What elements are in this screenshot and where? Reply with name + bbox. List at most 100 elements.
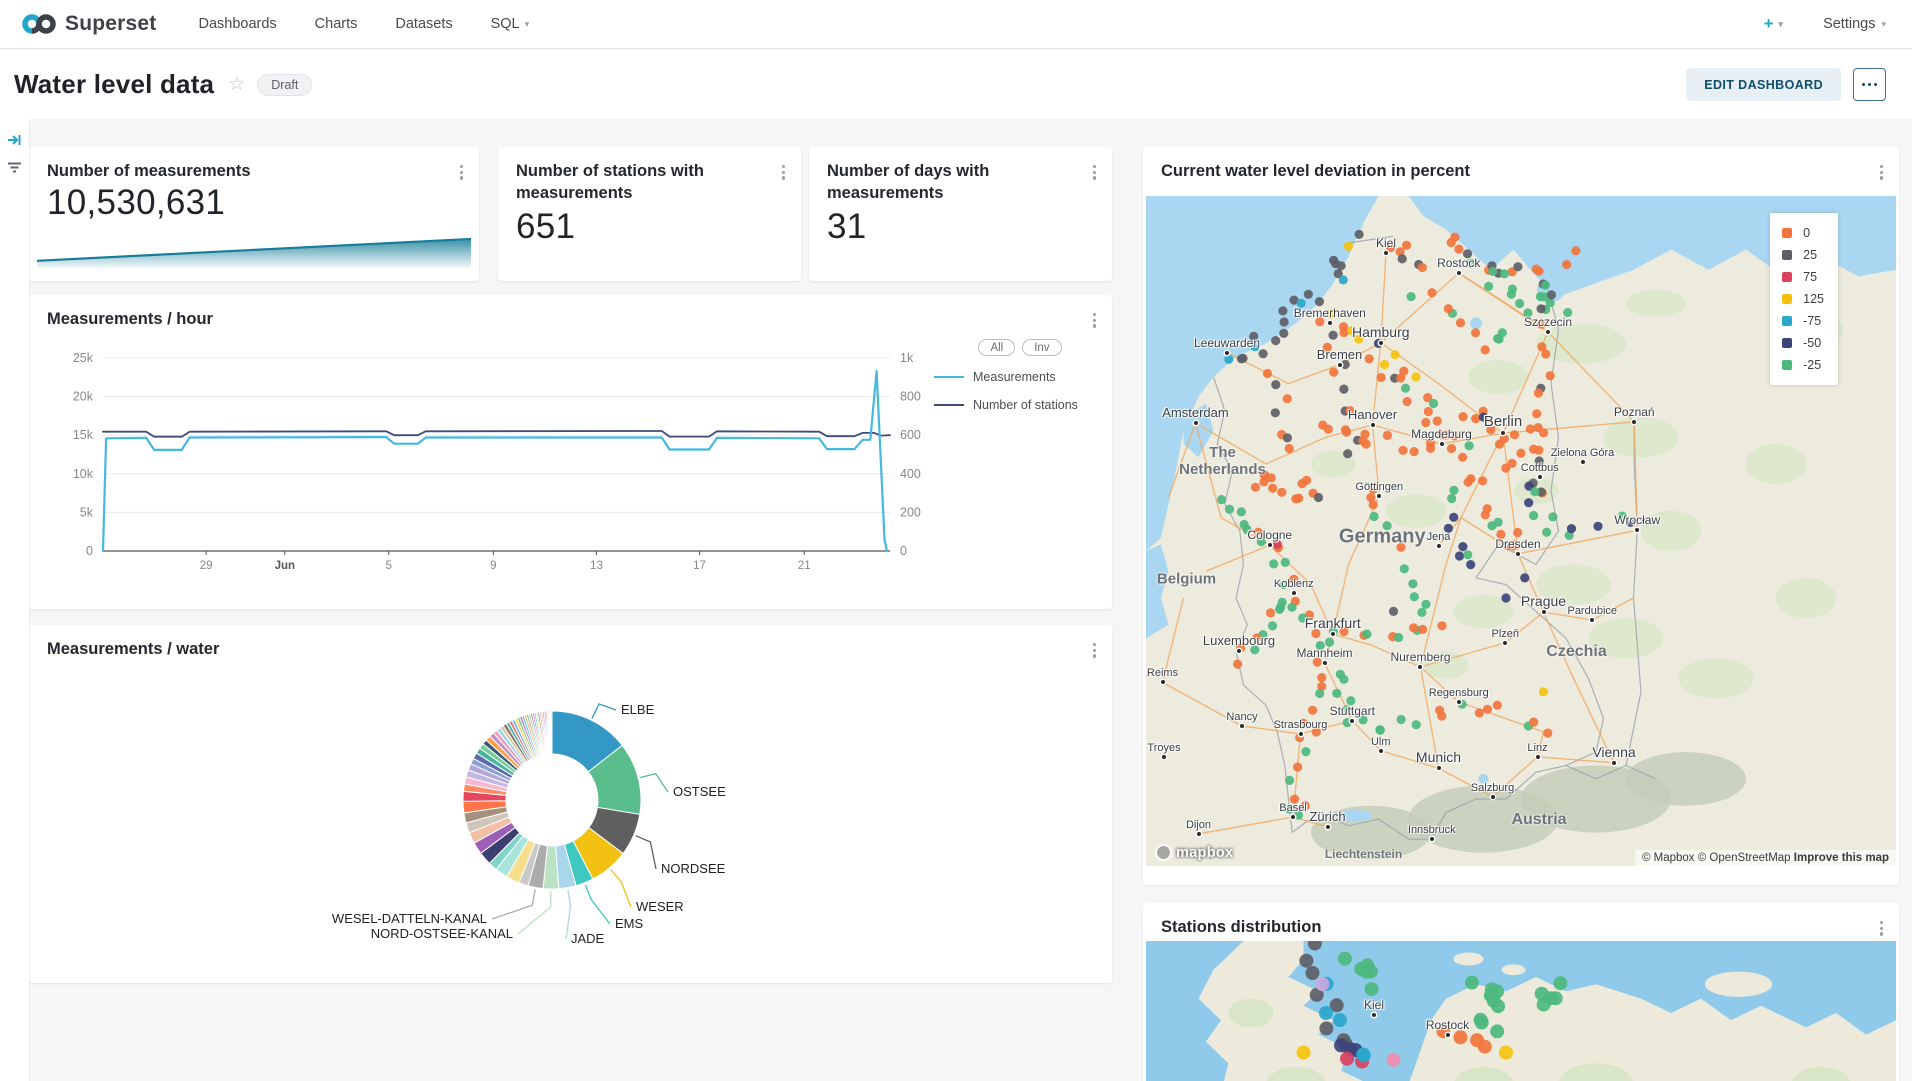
station-dot xyxy=(1567,524,1576,533)
station-dot xyxy=(1343,718,1352,727)
station-dot xyxy=(1308,706,1317,715)
expand-arrow-icon xyxy=(7,133,22,147)
station-dot xyxy=(1302,476,1311,485)
station-dot xyxy=(1499,1046,1513,1060)
nav-item-charts[interactable]: Charts xyxy=(315,16,358,32)
station-dot xyxy=(1329,256,1338,265)
legend-item-measurements[interactable]: Measurements xyxy=(934,370,1106,384)
station-dot xyxy=(1301,747,1310,756)
favorite-star-icon[interactable]: ☆ xyxy=(228,73,245,96)
donut-label-elbe: ELBE xyxy=(621,702,655,717)
station-dot xyxy=(1364,965,1378,979)
legend-item-number-of-stations[interactable]: Number of stations xyxy=(934,398,1106,412)
station-dot xyxy=(1346,406,1355,415)
svg-text:400: 400 xyxy=(900,467,921,481)
chart-title: Number of stations with measurements xyxy=(516,160,761,205)
dashboard-menu-button[interactable] xyxy=(1853,68,1886,101)
station-dot xyxy=(1268,484,1277,493)
station-dot xyxy=(1399,446,1408,455)
nav-item-dashboards[interactable]: Dashboards xyxy=(198,16,276,32)
chart-menu-button[interactable] xyxy=(1876,161,1887,184)
station-dot xyxy=(1285,444,1294,453)
station-dot xyxy=(1463,550,1472,559)
improve-map-link[interactable]: Improve this map xyxy=(1794,852,1889,864)
station-dot xyxy=(1483,705,1492,714)
legend-swatch xyxy=(1782,360,1792,370)
hour-chart-legend: All Inv Measurements Number of stations xyxy=(934,339,1106,412)
station-dot xyxy=(1333,1013,1347,1027)
station-dot xyxy=(1315,977,1329,991)
filter-icon-button[interactable] xyxy=(0,161,29,174)
station-dot xyxy=(1334,1038,1348,1052)
chart-menu-button[interactable] xyxy=(778,161,789,184)
legend-value: -25 xyxy=(1803,358,1821,372)
chart-menu-button[interactable] xyxy=(1876,917,1887,940)
station-dot xyxy=(1346,696,1355,705)
station-dot xyxy=(1539,687,1548,696)
station-dot xyxy=(1354,334,1363,343)
station-dot xyxy=(1471,328,1480,337)
svg-text:0: 0 xyxy=(900,544,907,558)
settings-menu[interactable]: Settings ▾ xyxy=(1823,16,1886,32)
mapbox-logo[interactable]: mapbox xyxy=(1155,844,1233,861)
expand-filters-button[interactable] xyxy=(0,133,29,147)
nav-item-sql[interactable]: SQL▾ xyxy=(491,16,530,32)
donut-label-ostsee: OSTSEE xyxy=(673,784,726,799)
station-dot xyxy=(1626,518,1635,527)
legend-inv-button[interactable]: Inv xyxy=(1022,339,1061,356)
donut-label-weser: WESER xyxy=(636,899,684,914)
station-dot xyxy=(1217,495,1226,504)
station-dot xyxy=(1447,444,1456,453)
legend-swatch xyxy=(1782,272,1792,282)
station-dot xyxy=(1396,373,1405,382)
station-dot xyxy=(1362,630,1371,639)
plus-icon: + xyxy=(1764,14,1774,34)
svg-text:20k: 20k xyxy=(73,390,94,404)
station-dot xyxy=(1290,795,1299,804)
svg-text:600: 600 xyxy=(900,428,921,442)
station-dot xyxy=(1424,407,1433,416)
station-dot xyxy=(1325,638,1334,647)
superset-logo[interactable]: Superset xyxy=(0,12,156,36)
station-dot xyxy=(1470,317,1482,329)
deviation-map[interactable]: 02575125-75-50-25 mapbox © Mapbox © Open… xyxy=(1146,196,1896,866)
station-dot xyxy=(1285,804,1294,813)
nav-item-datasets[interactable]: Datasets xyxy=(395,16,452,32)
station-dot xyxy=(1454,1030,1468,1044)
legend-all-button[interactable]: All xyxy=(978,339,1015,356)
station-dot xyxy=(1426,444,1435,453)
station-dot xyxy=(1281,558,1290,567)
station-dot xyxy=(1466,560,1475,569)
stations-map[interactable]: KielRostock xyxy=(1146,941,1896,1081)
station-dot xyxy=(1299,719,1308,728)
chart-menu-button[interactable] xyxy=(456,161,467,184)
station-dot xyxy=(1534,388,1543,397)
water-donut-chart[interactable]: ELBEOSTSEENORDSEEWESEREMSJADENORD-OSTSEE… xyxy=(29,625,1112,983)
donut-slice[interactable] xyxy=(551,711,552,754)
legend-swatch xyxy=(934,404,964,406)
station-dot xyxy=(1458,453,1467,462)
kpi-card-measurements: Number of measurements 10,530,631 xyxy=(29,147,479,281)
stations-map-card: Stations distribution KielRostock xyxy=(1143,903,1899,1081)
station-dot xyxy=(1377,373,1386,382)
page-title: Water level data xyxy=(14,69,214,100)
station-dot xyxy=(1466,259,1475,268)
new-item-button[interactable]: + ▾ xyxy=(1764,14,1783,34)
station-dot xyxy=(1297,299,1306,308)
superset-dashboard-page: Superset Dashboards Charts Datasets SQL▾ + … xyxy=(0,0,1912,1081)
station-dot xyxy=(1407,292,1416,301)
edit-dashboard-button[interactable]: EDIT DASHBOARD xyxy=(1686,68,1841,101)
hour-line-chart[interactable]: 25k1k20k80015k60010k4005k2000029Jun59131… xyxy=(39,331,929,597)
station-dot xyxy=(1299,954,1313,968)
station-dot xyxy=(1387,1053,1401,1067)
legend-value: 125 xyxy=(1803,292,1824,306)
station-dot xyxy=(1541,349,1550,358)
station-dot xyxy=(1276,602,1285,611)
station-dot xyxy=(1491,999,1505,1013)
svg-text:29: 29 xyxy=(200,560,213,572)
chart-menu-button[interactable] xyxy=(1089,161,1100,184)
station-dot xyxy=(1268,621,1277,630)
hour-chart-card: Measurements / hour 25k1k20k80015k60010k… xyxy=(29,295,1112,609)
station-dot xyxy=(1523,308,1532,317)
chart-menu-button[interactable] xyxy=(1089,309,1100,332)
